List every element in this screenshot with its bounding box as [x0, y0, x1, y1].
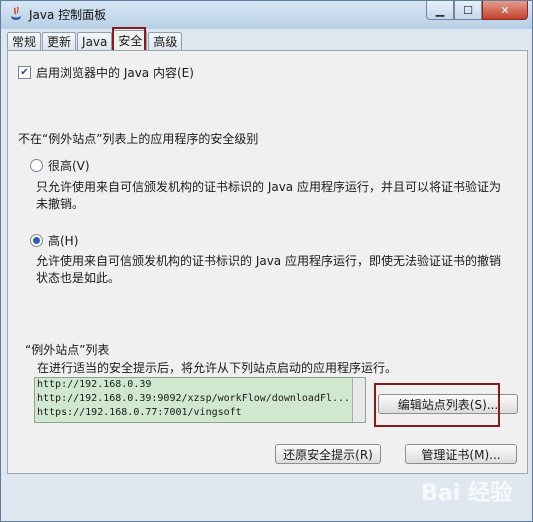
- exception-sites-list[interactable]: http://192.168.0.39 http://192.168.0.39:…: [34, 377, 366, 423]
- minimize-button[interactable]: ▁: [426, 1, 454, 20]
- close-icon: ✕: [500, 3, 510, 17]
- radio-high-label: 高(H): [48, 234, 79, 248]
- browser-java-checkbox[interactable]: ✔: [18, 66, 31, 79]
- radio-very-high-row[interactable]: 很高(V): [30, 157, 90, 174]
- list-scrollbar[interactable]: [352, 378, 365, 422]
- minimize-icon: ▁: [435, 3, 445, 17]
- security-level-title: 不在“例外站点”列表上的应用程序的安全级别: [18, 132, 259, 146]
- tab-general[interactable]: 常规: [7, 32, 42, 51]
- list-item[interactable]: http://192.168.0.39: [35, 378, 365, 392]
- highlight-box-edit-button: [374, 383, 500, 427]
- tab-advanced[interactable]: 高级: [148, 32, 183, 51]
- radio-high[interactable]: [30, 234, 43, 247]
- maximize-icon: ☐: [463, 3, 473, 17]
- manage-certificates-button[interactable]: 管理证书(M)...: [405, 444, 517, 464]
- check-icon: ✔: [20, 66, 29, 78]
- security-panel: ✔ 启用浏览器中的 Java 内容(E) 不在“例外站点”列表上的应用程序的安全…: [7, 50, 528, 474]
- high-description: 允许使用来自可信颁发机构的证书标识的 Java 应用程序运行，即使无法验证证书的…: [36, 254, 501, 285]
- restore-security-prompts-button[interactable]: 还原安全提示(R): [275, 444, 381, 464]
- tab-bar: 常规 更新 Java 安全 高级: [7, 30, 183, 52]
- window-title: Java 控制面板: [29, 8, 107, 22]
- radio-very-high[interactable]: [30, 159, 43, 172]
- list-item[interactable]: http://192.168.0.39:9092/xzsp/workFlow/d…: [35, 392, 365, 406]
- baidu-watermark: Bai 经验: [421, 481, 512, 506]
- radio-very-high-label: 很高(V): [48, 159, 90, 173]
- java-logo-icon: [11, 6, 21, 20]
- browser-java-label: 启用浏览器中的 Java 内容(E): [36, 66, 194, 80]
- tab-update[interactable]: 更新: [42, 32, 77, 51]
- java-control-panel-window: Java 控制面板 ▁ ☐ ✕ 常规 更新 Java 安全 高级 ✔ 启用浏览器…: [0, 0, 533, 522]
- window-controls: ▁ ☐ ✕: [426, 1, 528, 21]
- exception-sites-subtitle: 在进行适当的安全提示后，将允许从下列站点启动的应用程序运行。: [37, 361, 398, 375]
- close-button[interactable]: ✕: [482, 1, 528, 20]
- title-bar[interactable]: Java 控制面板 ▁ ☐ ✕: [1, 1, 532, 28]
- list-item[interactable]: https://192.168.0.77:7001/vingsoft: [35, 406, 365, 420]
- tab-java[interactable]: Java: [77, 32, 113, 51]
- browser-java-checkbox-row[interactable]: ✔ 启用浏览器中的 Java 内容(E): [18, 64, 194, 81]
- maximize-button[interactable]: ☐: [454, 1, 482, 20]
- highlight-box-security-tab: [112, 27, 146, 52]
- exception-sites-title: “例外站点”列表: [25, 343, 110, 357]
- very-high-description: 只允许使用来自可信颁发机构的证书标识的 Java 应用程序运行，并且可以将证书验…: [36, 180, 501, 211]
- radio-high-row[interactable]: 高(H): [30, 232, 78, 249]
